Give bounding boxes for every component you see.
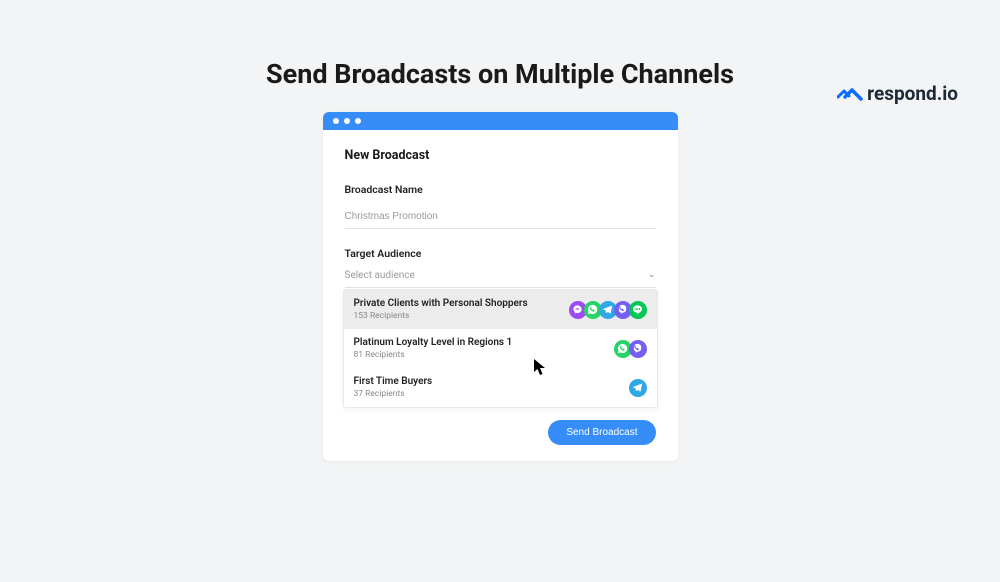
broadcast-name-label: Broadcast Name bbox=[345, 183, 656, 196]
send-broadcast-button[interactable]: Send Broadcast bbox=[548, 420, 655, 445]
channel-icons bbox=[569, 301, 647, 319]
audience-option[interactable]: Platinum Loyalty Level in Regions 1 81 R… bbox=[344, 329, 657, 368]
option-name: Private Clients with Personal Shoppers bbox=[354, 298, 528, 309]
mouse-cursor-icon bbox=[533, 358, 547, 376]
line-icon bbox=[629, 301, 647, 319]
audience-dropdown: Private Clients with Personal Shoppers 1… bbox=[343, 289, 658, 408]
channel-icons bbox=[629, 379, 647, 397]
target-audience-label: Target Audience bbox=[345, 247, 656, 260]
option-count: 153 Recipients bbox=[354, 311, 528, 321]
viber-icon bbox=[629, 340, 647, 358]
option-name: First Time Buyers bbox=[354, 376, 433, 387]
audience-option[interactable]: First Time Buyers 37 Recipients bbox=[344, 368, 657, 407]
broadcast-modal: New Broadcast Broadcast Name Target Audi… bbox=[323, 112, 678, 461]
option-name: Platinum Loyalty Level in Regions 1 bbox=[354, 337, 513, 348]
brand-logo: respond.io bbox=[837, 82, 958, 105]
option-count: 81 Recipients bbox=[354, 350, 513, 360]
target-audience-select[interactable]: Select audience ⌄ Private Clients with P… bbox=[345, 268, 656, 288]
window-titlebar bbox=[323, 112, 678, 130]
telegram-icon bbox=[629, 379, 647, 397]
chevron-down-icon: ⌄ bbox=[648, 270, 656, 281]
select-placeholder: Select audience bbox=[345, 270, 415, 281]
channel-icons bbox=[614, 340, 647, 358]
respond-logo-icon bbox=[837, 85, 863, 103]
brand-name: respond.io bbox=[867, 82, 958, 105]
audience-option[interactable]: Private Clients with Personal Shoppers 1… bbox=[344, 290, 657, 329]
option-count: 37 Recipients bbox=[354, 389, 433, 399]
modal-title: New Broadcast bbox=[345, 148, 656, 163]
broadcast-name-input[interactable] bbox=[345, 209, 656, 229]
